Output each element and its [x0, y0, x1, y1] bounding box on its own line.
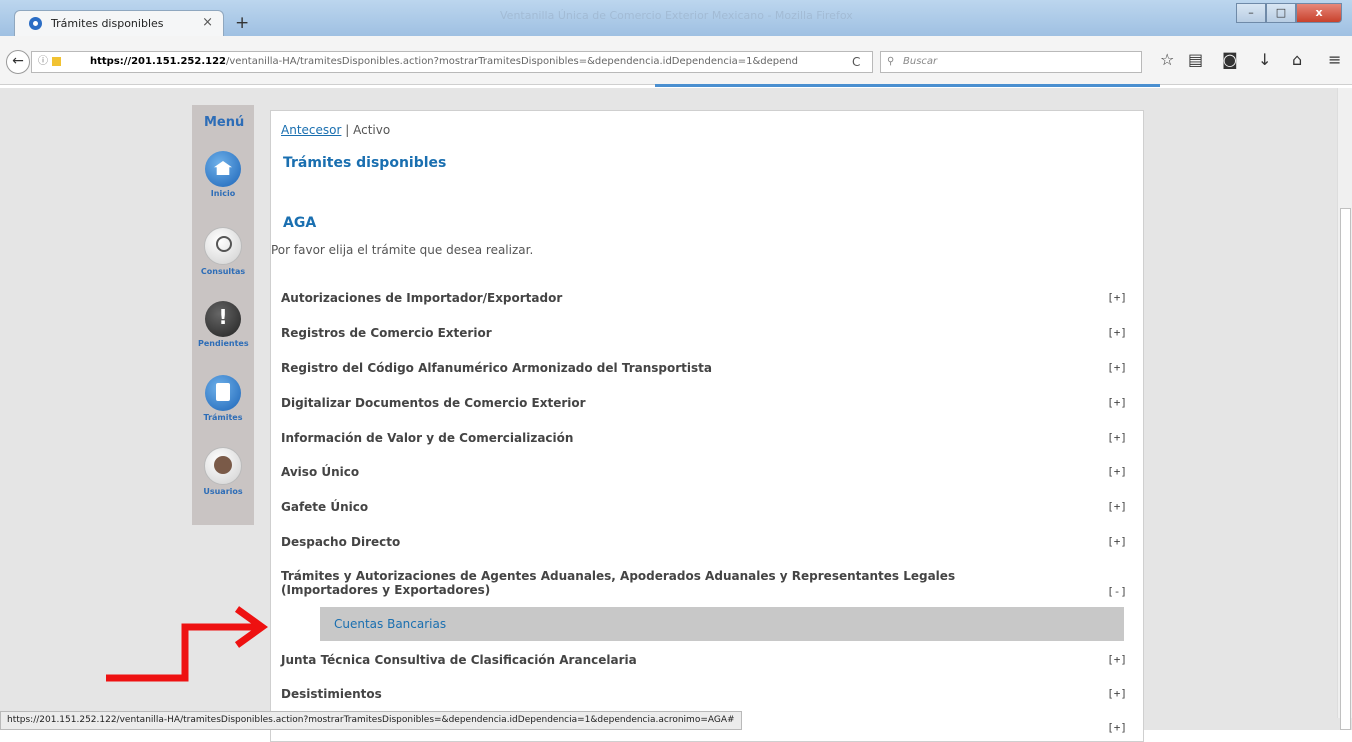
- expand-toggle[interactable]: [+]: [1107, 431, 1127, 444]
- back-button[interactable]: ←: [6, 50, 30, 74]
- download-icon[interactable]: ↓: [1258, 50, 1271, 69]
- search-placeholder: Buscar: [903, 56, 938, 67]
- browser-titlebar: Trámites disponibles × + Ventanilla Únic…: [0, 0, 1352, 37]
- tramite-row[interactable]: Digitalizar Documentos de Comercio Exter…: [281, 396, 1127, 410]
- minimize-button[interactable]: –: [1236, 3, 1266, 23]
- tab-close-icon[interactable]: ×: [202, 15, 213, 30]
- home-icon: [205, 151, 241, 187]
- bookmarks-list-icon[interactable]: ▤: [1188, 50, 1203, 69]
- menu-title: Menú: [204, 115, 245, 130]
- users-icon: [204, 447, 242, 485]
- breadcrumb: Antecesor | Activo: [281, 123, 391, 137]
- side-menu: Menú Inicio Consultas Pendientes Trámite…: [192, 105, 254, 525]
- alert-icon: [205, 301, 241, 337]
- url-bar[interactable]: ⓘ https://201.151.252.122/ventanilla-HA/…: [31, 51, 873, 73]
- menu-icon[interactable]: ≡: [1328, 50, 1341, 69]
- menu-item-tramites[interactable]: Trámites: [198, 375, 248, 422]
- favicon-icon: [29, 17, 42, 30]
- tramite-row[interactable]: Despacho Directo [+]: [281, 535, 1127, 549]
- expand-toggle[interactable]: [+]: [1107, 687, 1127, 700]
- new-tab-button[interactable]: +: [235, 13, 249, 33]
- collapse-toggle[interactable]: [-]: [1107, 585, 1127, 598]
- status-bar-url: https://201.151.252.122/ventanilla-HA/tr…: [0, 711, 742, 730]
- expand-toggle[interactable]: [+]: [1107, 653, 1127, 666]
- magnifier-icon: [204, 227, 242, 265]
- tab-title: Trámites disponibles: [51, 17, 164, 30]
- navigation-toolbar: ← ⓘ https://201.151.252.122/ventanilla-H…: [0, 36, 1352, 85]
- home-icon[interactable]: ⌂: [1292, 50, 1302, 69]
- subitem-cuentas-bancarias[interactable]: Cuentas Bancarias: [320, 607, 1124, 641]
- expand-toggle[interactable]: [+]: [1107, 465, 1127, 478]
- expand-toggle[interactable]: [+]: [1107, 396, 1127, 409]
- menu-item-inicio[interactable]: Inicio: [198, 151, 248, 198]
- url-text: https://201.151.252.122/ventanilla-HA/tr…: [90, 56, 798, 67]
- document-icon: [205, 375, 241, 411]
- search-icon: ⚲: [887, 56, 895, 67]
- expand-toggle[interactable]: [+]: [1107, 535, 1127, 548]
- expand-toggle[interactable]: [+]: [1107, 291, 1127, 304]
- tramite-row[interactable]: Aviso Único [+]: [281, 465, 1127, 479]
- expand-toggle[interactable]: [+]: [1107, 721, 1127, 734]
- page-title: Trámites disponibles: [283, 155, 447, 171]
- scrollbar-thumb[interactable]: [1340, 208, 1351, 730]
- page-scrollbar[interactable]: [1337, 88, 1352, 730]
- pocket-icon[interactable]: ◙: [1222, 50, 1238, 69]
- tramite-row[interactable]: Gafete Único [+]: [281, 500, 1127, 514]
- expand-toggle[interactable]: [+]: [1107, 500, 1127, 513]
- tramite-row[interactable]: Registro del Código Alfanumérico Armoniz…: [281, 361, 1127, 375]
- main-content: Antecesor | Activo Trámites disponibles …: [270, 110, 1144, 742]
- tramite-row[interactable]: Junta Técnica Consultiva de Clasificació…: [281, 653, 1127, 667]
- maximize-button[interactable]: □: [1266, 3, 1296, 23]
- browser-tab[interactable]: Trámites disponibles ×: [14, 10, 224, 37]
- section-title: AGA: [283, 215, 317, 231]
- info-icon[interactable]: ⓘ: [38, 52, 48, 72]
- window-controls: – □ x: [1236, 3, 1342, 23]
- menu-item-consultas[interactable]: Consultas: [198, 227, 248, 276]
- tramite-row[interactable]: Desistimientos [+]: [281, 687, 1127, 701]
- tramite-row-expanded[interactable]: Trámites y Autorizaciones de Agentes Adu…: [281, 569, 1127, 598]
- tramite-row[interactable]: Autorizaciones de Importador/Exportador[…: [281, 291, 1127, 305]
- breadcrumb-link-antecesor[interactable]: Antecesor: [281, 123, 341, 137]
- header-accent-bar: [655, 84, 1160, 87]
- warning-lock-icon[interactable]: [52, 57, 61, 66]
- menu-item-pendientes[interactable]: Pendientes: [198, 301, 249, 348]
- window-title: Ventanilla Única de Comercio Exterior Me…: [500, 9, 853, 22]
- reload-icon[interactable]: C: [852, 52, 860, 72]
- close-window-button[interactable]: x: [1296, 3, 1342, 23]
- menu-item-usuarios[interactable]: Usuarios: [198, 447, 248, 496]
- expand-toggle[interactable]: [+]: [1107, 326, 1127, 339]
- search-input[interactable]: ⚲ Buscar: [880, 51, 1142, 73]
- intro-text: Por favor elija el trámite que desea rea…: [271, 243, 534, 257]
- expand-toggle[interactable]: [+]: [1107, 361, 1127, 374]
- tramite-row[interactable]: Registros de Comercio Exterior [+]: [281, 326, 1127, 340]
- breadcrumb-active: Activo: [353, 123, 391, 137]
- tramite-row[interactable]: Información de Valor y de Comercializaci…: [281, 431, 1127, 445]
- bookmark-star-icon[interactable]: ☆: [1160, 50, 1174, 69]
